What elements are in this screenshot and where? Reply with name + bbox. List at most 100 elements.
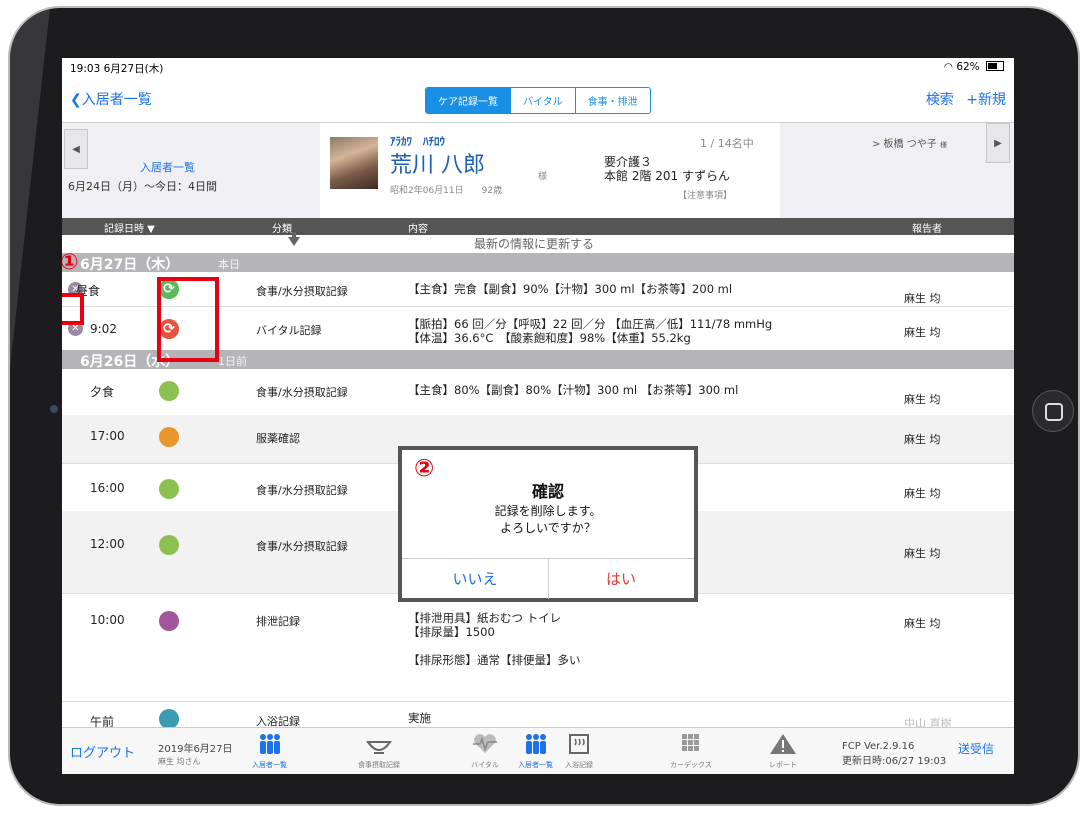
tab-vitals[interactable]: バイタル bbox=[511, 88, 576, 113]
resident-name: 荒川 八郎 bbox=[390, 153, 485, 178]
record-reporter: 麻生 均 bbox=[904, 547, 941, 560]
version-info: FCP Ver.2.9.16 更新日時:06/27 19:03 bbox=[842, 741, 946, 767]
record-reporter: 麻生 均 bbox=[904, 326, 941, 339]
tab-kardex[interactable]: カーデックス bbox=[670, 732, 712, 770]
record-reporter: 麻生 均 bbox=[904, 393, 941, 406]
tab-meal-excretion[interactable]: 食事・排泄 bbox=[575, 88, 650, 113]
refresh-row[interactable]: 最新の情報に更新する bbox=[62, 232, 1014, 253]
record-content: 【脈拍】66 回／分【呼吸】22 回／分 【血圧高／低】111/78 mmHg … bbox=[408, 317, 772, 345]
tab-residents-2[interactable]: 入居者一覧 bbox=[518, 732, 553, 770]
status-bar: 19:03 6月27日(木) ◠ 62% bbox=[62, 58, 1014, 78]
record-time: 10:00 bbox=[90, 613, 125, 627]
tab-label: バイタル bbox=[471, 761, 499, 769]
home-button[interactable] bbox=[1032, 390, 1074, 432]
col-reporter: 報告者 bbox=[912, 224, 942, 235]
status-time: 19:03 6月27日(木) bbox=[70, 63, 164, 75]
record-category: 食事/水分摂取記録 bbox=[256, 540, 348, 553]
resident-count: 1 / 14名中 bbox=[700, 137, 754, 150]
bottom-tab-bar: ログアウト 2019年6月27日 麻生 均さん 入居者一覧 食事摂取記録 バイタ… bbox=[62, 727, 1014, 774]
content-line: 【体温】36.6°C 【酸素飽和度】98%【体重】55.2kg bbox=[408, 331, 691, 345]
record-category: 服薬確認 bbox=[256, 432, 300, 445]
record-row[interactable]: 10:00 排泄記録 【排泄用具】紙おむつ トイレ 【排尿量】1500 【排尿形… bbox=[62, 593, 1014, 702]
dialog-message: よろしいですか？ bbox=[500, 521, 596, 535]
dialog-message: 記録を削除します。 bbox=[494, 504, 602, 518]
tab-label: 入居者一覧 bbox=[252, 761, 287, 769]
tab-label: 入浴記録 bbox=[565, 761, 593, 769]
people-icon bbox=[259, 734, 280, 754]
version-label: FCP Ver.2.9.16 bbox=[842, 741, 915, 752]
arrow-down-icon bbox=[288, 232, 300, 246]
record-content: 【主食】完食【副食】90%【汁物】300 ml【お茶等】200 ml bbox=[408, 282, 733, 296]
next-resident-name[interactable]: > 板橋 つや子 様 bbox=[872, 135, 947, 150]
status-dot bbox=[159, 381, 179, 401]
tab-meal-records[interactable]: 食事摂取記録 bbox=[358, 732, 400, 770]
room-info: 本館 2階 201 すずらん bbox=[604, 169, 730, 183]
battery-percent: 62% bbox=[956, 61, 980, 73]
dialog-buttons: いいえ はい bbox=[402, 558, 694, 599]
confirm-button[interactable]: はい bbox=[548, 559, 694, 599]
record-time: 17:00 bbox=[90, 429, 125, 443]
prev-resident-button[interactable]: ◀ bbox=[64, 129, 88, 169]
tab-residents[interactable]: 入居者一覧 bbox=[252, 732, 287, 770]
rice-bowl-icon bbox=[366, 741, 392, 754]
grid-icon bbox=[681, 734, 699, 751]
confirm-dialog: ② 確認 記録を削除します。 よろしいですか？ いいえ はい bbox=[398, 446, 698, 602]
date-range: 6月24日（月）〜今日：4日間 bbox=[68, 180, 217, 193]
record-content: 【排泄用具】紙おむつ トイレ 【排尿量】1500 【排尿形態】通常【排便量】多い bbox=[408, 611, 581, 667]
new-record-button[interactable]: +新規 bbox=[966, 92, 1006, 108]
status-dot bbox=[159, 611, 179, 631]
record-time: 夕食 bbox=[90, 385, 115, 399]
warning-icon bbox=[770, 734, 796, 754]
tab-label: カーデックス bbox=[670, 761, 712, 769]
day-header: 6月27日（木） 本日 bbox=[62, 253, 1014, 273]
col-content: 内容 bbox=[408, 224, 428, 235]
record-reporter: 麻生 均 bbox=[904, 617, 941, 630]
record-content: 【主食】80%【副食】80%【汁物】300 ml 【お茶等】300 ml bbox=[408, 383, 739, 397]
next-resident-button[interactable]: ▶ bbox=[986, 123, 1010, 163]
tab-label: レポート bbox=[769, 761, 797, 769]
content-line: 【排尿量】1500 bbox=[408, 625, 495, 639]
record-row[interactable]: 午前 入浴記録 実施 中山 直樹 bbox=[62, 701, 1014, 730]
status-dot bbox=[159, 709, 179, 729]
tab-vitals[interactable]: バイタル bbox=[470, 732, 500, 770]
column-header: 記録日時 ▼ 分類 内容 報告者 bbox=[62, 218, 1014, 235]
resident-header: ◀ 入居者一覧 6月24日（月）〜今日：4日間 ｱﾗｶﾜ ﾊﾁﾛｳ 荒川 八郎 … bbox=[62, 122, 1014, 219]
record-time: 16:00 bbox=[90, 481, 125, 495]
day-date: 6月27日（木） bbox=[80, 257, 180, 273]
record-category: 排泄記録 bbox=[256, 615, 300, 628]
search-button[interactable]: 検索 bbox=[926, 92, 954, 108]
resident-card[interactable]: ｱﾗｶﾜ ﾊﾁﾛｳ 荒川 八郎 昭和2年06月11日 92歳 1 / 14名中 … bbox=[320, 123, 780, 219]
battery-indicator: ◠ 62% bbox=[944, 61, 1004, 73]
honorific: 様 bbox=[538, 172, 548, 182]
back-button[interactable]: ❮入居者一覧 bbox=[70, 89, 152, 109]
frame-glare bbox=[10, 8, 50, 368]
record-row[interactable]: 夕食 食事/水分摂取記録 【主食】80%【副食】80%【汁物】300 ml 【お… bbox=[62, 369, 1014, 416]
logout-button[interactable]: ログアウト bbox=[70, 742, 135, 761]
record-time: 9:02 bbox=[90, 322, 117, 336]
notice-link[interactable]: 【注意事項】 bbox=[678, 188, 732, 201]
status-dot bbox=[159, 427, 179, 447]
send-receive-button[interactable]: 送受信 bbox=[958, 740, 994, 757]
tab-report[interactable]: レポート bbox=[768, 732, 798, 770]
cancel-button[interactable]: いいえ bbox=[402, 559, 549, 599]
wifi-icon: ◠ bbox=[943, 61, 953, 73]
col-datetime[interactable]: 記録日時 ▼ bbox=[104, 220, 155, 235]
view-segment: ケア記録一覧 バイタル 食事・排泄 bbox=[425, 87, 651, 114]
tab-care-records[interactable]: ケア記録一覧 bbox=[426, 88, 511, 113]
resident-list-link[interactable]: 入居者一覧 bbox=[140, 159, 195, 175]
col-category: 分類 bbox=[272, 224, 292, 235]
people-icon bbox=[525, 734, 546, 754]
record-content: 実施 bbox=[408, 711, 431, 725]
status-dot bbox=[159, 479, 179, 499]
tab-bath[interactable]: 入浴記録 bbox=[564, 732, 594, 770]
record-reporter: 麻生 均 bbox=[904, 433, 941, 446]
content-line: 【排泄用具】紙おむつ トイレ bbox=[408, 611, 562, 625]
resident-birth: 昭和2年06月11日 92歳 bbox=[390, 186, 503, 196]
next-resident-label: > 板橋 つや子 bbox=[872, 139, 937, 150]
content-line: 【脈拍】66 回／分【呼吸】22 回／分 【血圧高／低】111/78 mmHg bbox=[408, 317, 773, 331]
battery-icon bbox=[986, 61, 1004, 71]
chevron-left-icon: ❮ bbox=[70, 92, 82, 108]
record-category: 食事/水分摂取記録 bbox=[256, 484, 348, 497]
session-date: 2019年6月27日 bbox=[158, 744, 233, 755]
resident-photo bbox=[330, 137, 378, 189]
